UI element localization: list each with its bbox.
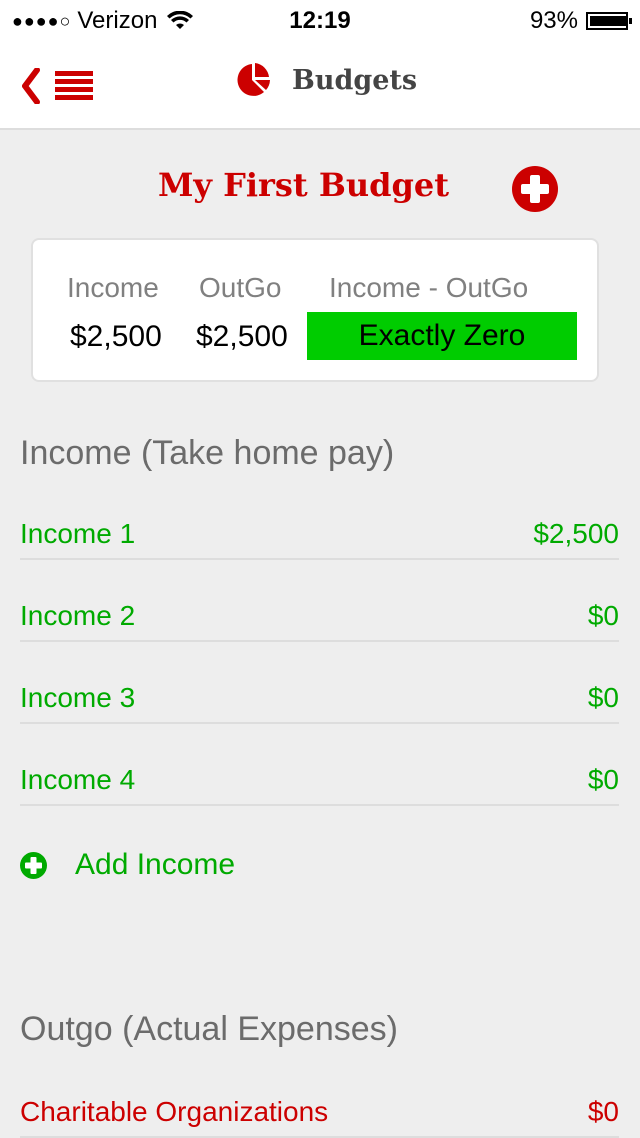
income-amount: $2,500 [533, 518, 619, 549]
battery-icon [586, 12, 632, 30]
plus-circle-icon [20, 851, 47, 879]
income-label: Income 1 [20, 518, 136, 549]
income-row[interactable]: Income 1 $2,500 [20, 514, 619, 560]
pie-chart-icon [237, 63, 270, 96]
outgo-label: Charitable Organizations [20, 1096, 329, 1127]
income-label: Income 4 [20, 764, 136, 795]
summary-income-label: Income [67, 272, 159, 303]
nav-bar: Budgets [0, 40, 640, 130]
page-title: Budgets [292, 64, 418, 96]
income-label: Income 3 [20, 682, 136, 713]
nav-title: Budgets [236, 62, 417, 98]
summary-diff-label: Income - OutGo [329, 272, 529, 303]
add-income-label: Add Income [75, 848, 236, 881]
income-amount: $0 [587, 600, 619, 631]
income-amount: $0 [587, 682, 619, 713]
summary-outgo-label: OutGo [199, 272, 282, 303]
income-amount: $0 [587, 764, 619, 795]
income-section-heading: Income (Take home pay) [20, 434, 395, 472]
add-income-button[interactable]: Add Income [20, 848, 235, 882]
outgo-amount: $0 [587, 1096, 619, 1127]
battery-percent: 93% [529, 7, 578, 34]
status-right: 93% [529, 7, 632, 35]
summary-outgo-value: $2,500 [196, 320, 288, 353]
income-row[interactable]: Income 3 $0 [20, 678, 619, 724]
add-budget-button[interactable] [512, 166, 558, 212]
summary-diff-badge: Exactly Zero [307, 312, 577, 360]
income-label: Income 2 [20, 600, 136, 631]
status-bar: ●●●●○ Verizon 12:19 93% [0, 0, 640, 40]
summary-income-value: $2,500 [70, 320, 162, 353]
budget-title[interactable]: My First Budget [158, 166, 449, 204]
summary-card: Income OutGo Income - OutGo $2,500 $2,50… [31, 238, 599, 382]
back-menu-icon[interactable] [22, 68, 96, 104]
income-row[interactable]: Income 2 $0 [20, 596, 619, 642]
income-row[interactable]: Income 4 $0 [20, 760, 619, 806]
outgo-row[interactable]: Charitable Organizations $0 [20, 1092, 619, 1138]
outgo-section-heading: Outgo (Actual Expenses) [20, 1010, 398, 1048]
